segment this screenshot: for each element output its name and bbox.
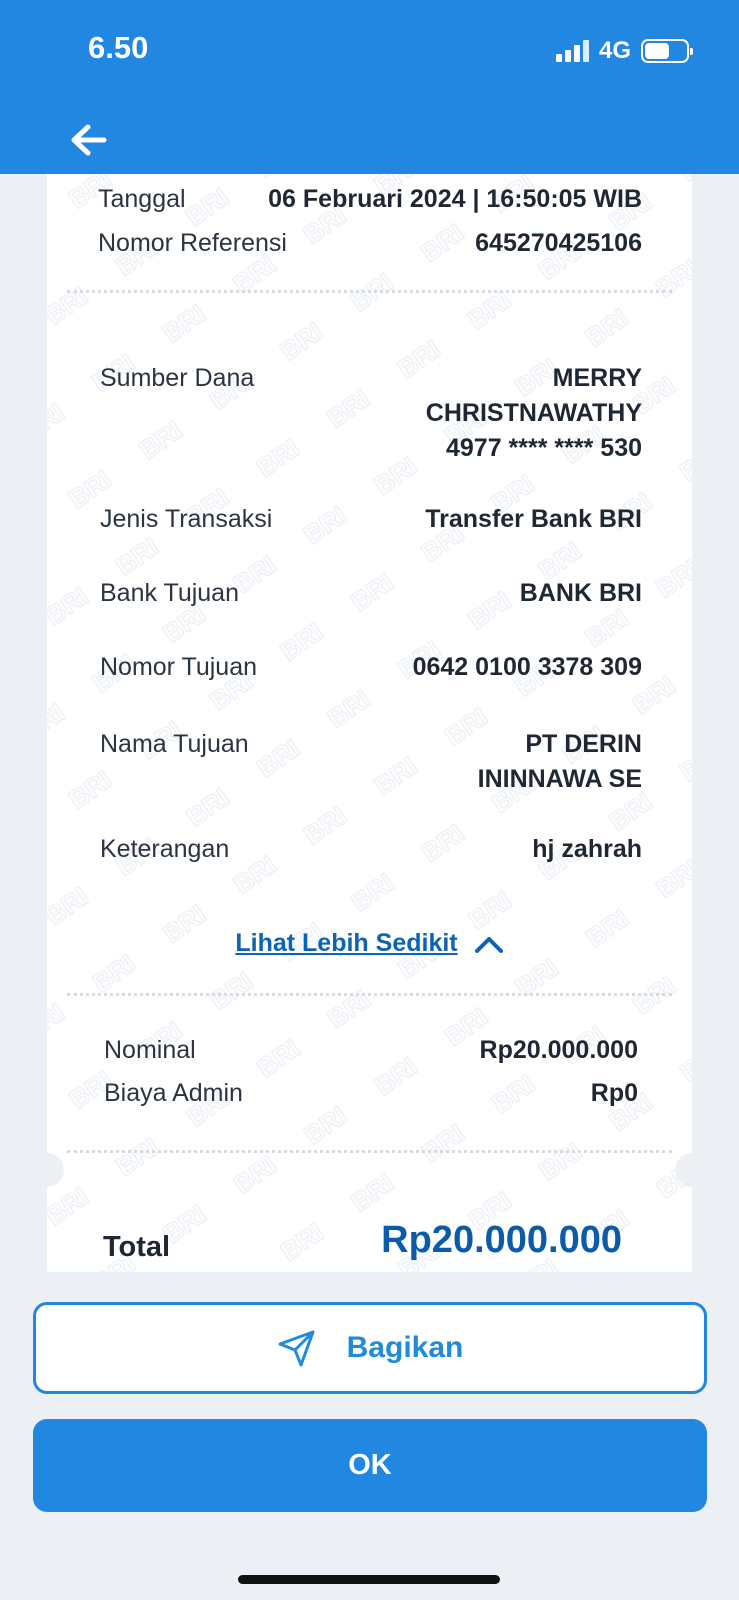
total-label: Total: [103, 1231, 171, 1263]
source-label: Sumber Dana: [100, 364, 255, 392]
note-label: Keterangan: [100, 835, 230, 863]
recipient-row: Nama Tujuan PT DERIN ININNAWA SE: [100, 727, 642, 797]
destination-bank-row: Bank Tujuan BANK BRI: [100, 579, 642, 608]
signal-icon: [555, 40, 589, 62]
destination-number-label: Nomor Tujuan: [100, 653, 258, 681]
reference-row: Nomor Referensi 645270425106: [98, 229, 642, 258]
network-type: 4G: [598, 37, 631, 64]
destination-bank-value: BANK BRI: [519, 579, 642, 607]
destination-number-value: 0642 0100 3378 309: [412, 653, 642, 681]
transaction-type-row: Jenis Transaksi Transfer Bank BRI: [100, 505, 642, 534]
divider: [67, 993, 672, 996]
divider: [67, 290, 672, 293]
send-icon: [278, 1330, 315, 1367]
back-button[interactable]: [68, 122, 110, 158]
date-value: 06 Februari 2024 | 16:50:05 WIB: [268, 185, 642, 213]
recipient-label: Nama Tujuan: [100, 730, 249, 758]
ok-button-label: OK: [348, 1449, 392, 1481]
ok-button[interactable]: OK: [33, 1419, 707, 1512]
show-less-link[interactable]: Lihat Lebih Sedikit: [235, 929, 457, 958]
app-header: 6.50 4G: [0, 0, 739, 174]
date-row: Tanggal 06 Februari 2024 | 16:50:05 WIB: [98, 185, 642, 214]
reference-label: Nomor Referensi: [98, 229, 287, 257]
show-less-toggle[interactable]: Lihat Lebih Sedikit: [47, 929, 692, 958]
total-value: Rp20.000.000: [381, 1219, 622, 1261]
note-value: hj zahrah: [532, 835, 642, 863]
admin-fee-row: Biaya Admin Rp0: [104, 1079, 638, 1108]
receipt-card: BRI Tanggal 06 Februari 2024 | 16:50:05 …: [47, 174, 692, 1272]
source-name-line2: CHRISTNAWATHY: [425, 399, 642, 427]
nominal-value: Rp20.000.000: [479, 1036, 638, 1064]
recipient-name-line1: PT DERIN: [525, 730, 642, 758]
nominal-row: Nominal Rp20.000.000: [104, 1036, 638, 1065]
divider: [67, 1150, 672, 1153]
admin-fee-label: Biaya Admin: [104, 1079, 243, 1107]
reference-value: 645270425106: [475, 229, 642, 257]
note-row: Keterangan hj zahrah: [100, 835, 642, 864]
source-account: 4977 **** **** 530: [446, 434, 642, 462]
transaction-type-value: Transfer Bank BRI: [425, 505, 642, 533]
status-time: 6.50: [88, 30, 149, 65]
date-label: Tanggal: [98, 185, 186, 213]
admin-fee-value: Rp0: [590, 1079, 638, 1107]
destination-bank-label: Bank Tujuan: [100, 579, 239, 607]
recipient-name-line2: ININNAWA SE: [477, 765, 642, 793]
arrow-left-icon: [71, 124, 107, 156]
status-indicators: 4G: [555, 36, 693, 66]
battery-icon: [641, 39, 693, 63]
receipt-notch-left: [30, 1153, 64, 1187]
source-name-line1: MERRY: [552, 364, 642, 392]
home-indicator[interactable]: [238, 1575, 500, 1584]
transaction-type-label: Jenis Transaksi: [100, 505, 273, 533]
destination-number-row: Nomor Tujuan 0642 0100 3378 309: [100, 653, 642, 682]
share-button[interactable]: Bagikan: [33, 1302, 707, 1394]
receipt-scroll-area[interactable]: BRI Tanggal 06 Februari 2024 | 16:50:05 …: [47, 174, 692, 1272]
source-row: Sumber Dana MERRY CHRISTNAWATHY 4977 ***…: [100, 361, 642, 466]
nominal-label: Nominal: [104, 1036, 196, 1064]
chevron-up-icon: [474, 936, 503, 953]
receipt-notch-right: [675, 1153, 709, 1187]
share-button-label: Bagikan: [346, 1331, 464, 1364]
